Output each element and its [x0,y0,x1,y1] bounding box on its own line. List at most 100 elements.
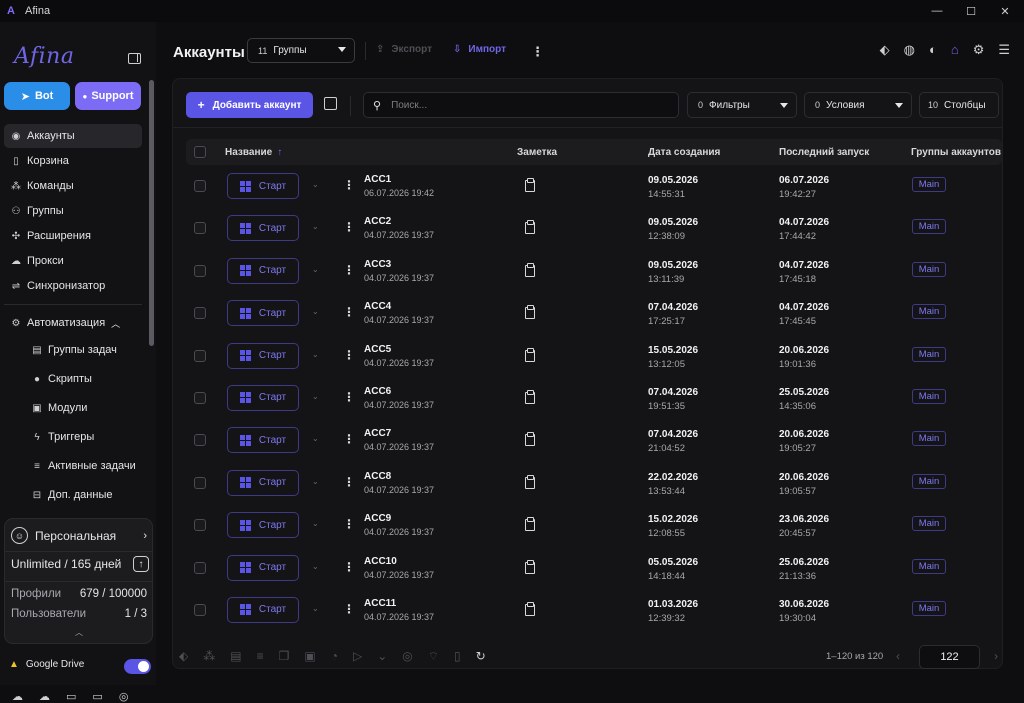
clipboard-icon[interactable] [525,601,535,616]
column-last-run[interactable]: Последний запуск [779,147,869,158]
sidebar-item-teams[interactable]: ⁂ Команды [4,174,142,198]
column-name[interactable]: Название ↑ [225,147,282,158]
fingerprint-icon[interactable]: ◍ [904,42,915,58]
row-menu-icon[interactable]: ⋮ [343,517,355,531]
account-name[interactable]: ACC5 [364,344,391,355]
row-checkbox[interactable] [194,264,206,277]
account-name[interactable]: ACC1 [364,174,391,185]
add-account-button[interactable]: + Добавить аккаунт [186,92,313,118]
row-menu-icon[interactable]: ⋮ [343,602,355,616]
sidebar-item-scripts[interactable]: ● Скрипты [4,365,142,393]
google-drive-toggle[interactable] [124,659,151,674]
eye-off-icon[interactable]: ◎ [119,690,129,703]
row-checkbox[interactable] [194,434,206,447]
chevron-down-icon[interactable]: ⌄ [312,477,319,486]
support-button[interactable]: ● Support [75,82,141,110]
row-checkbox[interactable] [194,180,206,192]
chevron-right-icon[interactable]: › [994,649,998,663]
start-button[interactable]: Старт [227,427,299,454]
columns-button[interactable]: 10 Столбцы [919,92,999,118]
close-icon[interactable]: ✕ [988,0,1022,22]
row-menu-icon[interactable]: ⋮ [343,263,355,277]
row-menu-icon[interactable]: ⋮ [343,390,355,404]
chevron-down-icon[interactable]: ⌄ [312,562,319,571]
group-badge[interactable]: Main [912,304,946,320]
row-checkbox[interactable] [194,349,206,362]
group-badge[interactable]: Main [912,600,946,616]
clipboard-icon[interactable] [525,262,535,277]
row-menu-icon[interactable]: ⋮ [343,220,355,234]
row-menu-icon[interactable]: ⋮ [343,475,355,489]
maximize-icon[interactable]: ☐ [954,0,988,22]
layout-icon[interactable]: ☰ [998,42,1010,58]
select-all-checkbox[interactable] [194,146,206,158]
row-checkbox[interactable] [194,307,206,320]
start-button[interactable]: Старт [227,173,299,199]
gear-icon[interactable]: ⚙ [973,42,985,58]
chevron-down-icon[interactable]: ⌄ [312,265,319,274]
chevron-down-icon[interactable]: ⌄ [312,604,319,613]
start-button[interactable]: Старт [227,384,299,411]
start-button[interactable]: Старт [227,596,299,623]
bulk-add-icon[interactable] [324,97,337,110]
chevron-down-icon[interactable]: ⌄ [377,649,387,664]
upgrade-icon[interactable]: ↑ [133,556,149,572]
search-input[interactable] [391,99,662,111]
group-badge[interactable]: Main [912,558,946,574]
sidebar-item-groups[interactable]: ⚇ Группы [4,199,142,223]
export-file-icon[interactable]: ▤ [230,649,241,664]
clipboard-icon[interactable] [525,517,535,532]
sidebar-item-trash[interactable]: ▯ Корзина [4,149,142,173]
cookie-icon[interactable]: ◔ [331,649,338,664]
clipboard-icon[interactable] [525,305,535,320]
tag-icon[interactable]: ⬖ [179,649,188,664]
clipboard-icon[interactable] [525,347,535,362]
trash-icon[interactable]: ▯ [454,649,461,664]
clipboard-icon[interactable] [525,474,535,489]
cloud-upload-icon[interactable]: ☁ [12,690,23,703]
wifi-icon[interactable]: ⌔ [428,649,439,664]
account-name[interactable]: ACC9 [364,513,391,524]
row-checkbox[interactable] [194,391,206,404]
globe-icon[interactable]: ◐ [929,42,937,58]
row-menu-icon[interactable]: ⋮ [343,178,355,192]
start-button[interactable]: Старт [227,554,299,581]
group-badge[interactable]: Main [912,346,946,362]
group-badge[interactable]: Main [912,388,946,404]
row-checkbox[interactable] [194,476,206,489]
folder-upload-icon[interactable]: ▭ [66,690,76,703]
group-badge[interactable]: Main [912,261,946,277]
sidebar-item-accounts[interactable]: ◉ Аккаунты [4,124,142,148]
chevron-down-icon[interactable]: ⌄ [312,350,319,359]
group-badge[interactable]: Main [912,516,946,532]
chevron-down-icon[interactable]: ⌄ [312,519,319,528]
account-name[interactable]: ACC11 [364,598,396,609]
team-icon[interactable]: ⁂ [203,649,215,664]
conditions-dropdown[interactable]: 0 Условия [804,92,912,118]
sidebar-item-sync[interactable]: ⇌ Синхронизатор [4,274,142,298]
clipboard-icon[interactable] [525,559,535,574]
column-created[interactable]: Дата создания [648,147,720,158]
robot-icon[interactable]: ⌂ [951,42,959,58]
account-name[interactable]: ACC7 [364,428,391,439]
chevron-down-icon[interactable]: ⌄ [312,434,319,443]
clipboard-icon[interactable] [525,389,535,404]
cloud-download-icon[interactable]: ☁ [39,690,50,703]
group-badge[interactable]: Main [912,177,946,192]
import-button[interactable]: ⇩ Импорт [453,44,506,55]
page-size-input[interactable]: 122 [919,645,980,669]
stop-icon[interactable]: ◎ [402,649,412,664]
start-button[interactable]: Старт [227,512,299,539]
more-menu-icon[interactable]: ⋮ [531,44,544,60]
tag-icon[interactable]: ⬖ [880,42,890,58]
clipboard-icon[interactable] [525,220,535,235]
sidebar-item-proxy[interactable]: ☁ Прокси [4,249,142,273]
start-button[interactable]: Старт [227,469,299,496]
chevron-down-icon[interactable]: ⌄ [312,180,319,189]
account-name[interactable]: ACC2 [364,216,391,227]
plan-name-row[interactable]: ☺ Персональная › [11,527,149,544]
group-badge[interactable]: Main [912,431,946,447]
row-checkbox[interactable] [194,519,206,532]
group-selector[interactable]: 11 Группы [247,38,355,63]
column-groups[interactable]: Группы аккаунтов [911,147,1001,158]
